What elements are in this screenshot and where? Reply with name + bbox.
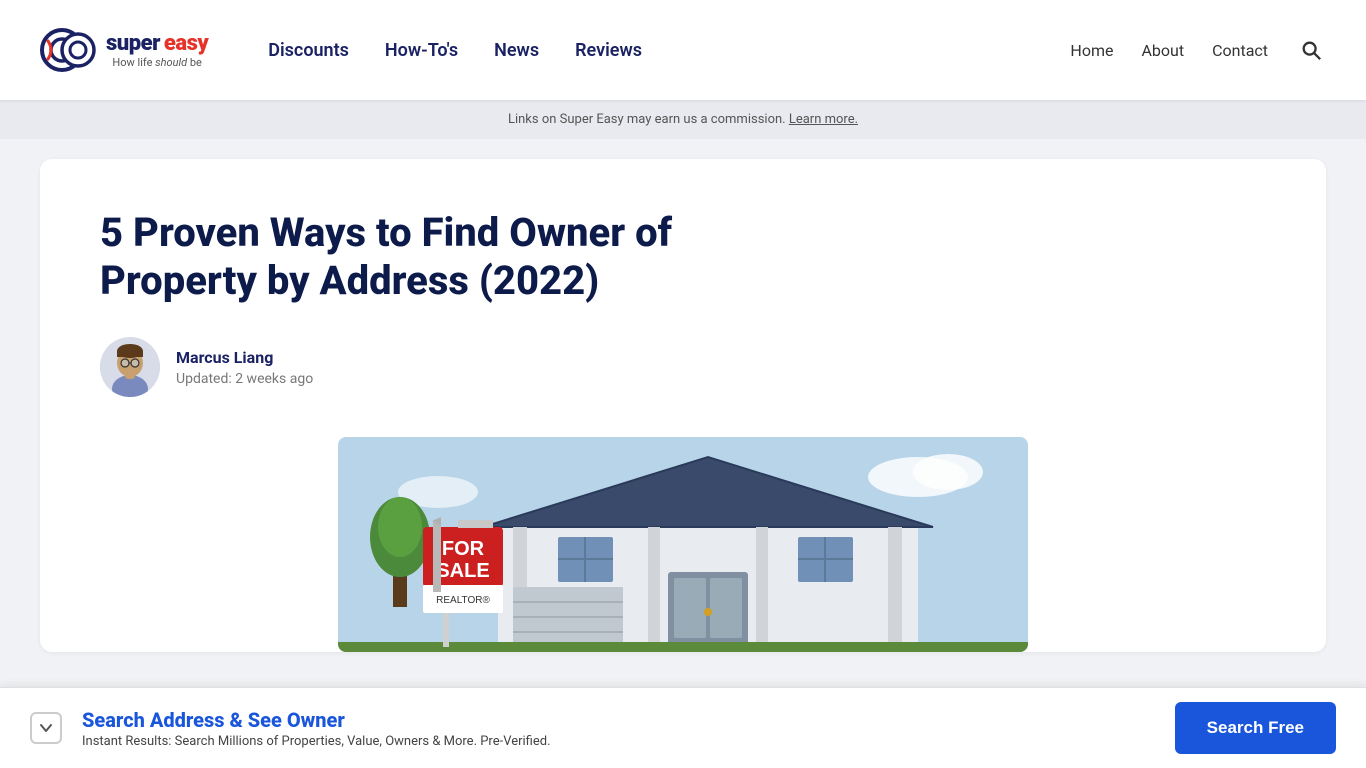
sticky-text-block: Search Address & See Owner Instant Resul… xyxy=(82,708,551,749)
nav-contact[interactable]: Contact xyxy=(1212,41,1268,60)
sticky-search-button[interactable]: Search Free xyxy=(1175,702,1336,754)
nav-home[interactable]: Home xyxy=(1070,41,1113,60)
sticky-bar: Search Address & See Owner Instant Resul… xyxy=(0,687,1366,768)
sticky-subtitle: Instant Results: Search Millions of Prop… xyxy=(82,734,551,749)
header-right: Home About Contact xyxy=(1070,35,1326,65)
nav-howtos[interactable]: How-To's xyxy=(385,40,458,61)
article-card: 5 Proven Ways to Find Owner of Property … xyxy=(40,159,1326,652)
svg-text:SALE: SALE xyxy=(436,560,489,582)
sticky-bar-content: Search Address & See Owner Instant Resul… xyxy=(30,708,551,749)
logo-brand-top: super xyxy=(106,33,160,55)
article-hero-image: FOR SALE REALTOR® xyxy=(338,437,1028,652)
header: super easy How life should be Discounts … xyxy=(0,0,1366,100)
avatar-image xyxy=(100,337,160,397)
sticky-title: Search Address & See Owner xyxy=(82,708,551,732)
author-row: Marcus Liang Updated: 2 weeks ago xyxy=(100,337,1266,397)
header-left: super easy How life should be Discounts … xyxy=(40,21,642,79)
logo-text: super easy How life should be xyxy=(106,33,208,68)
author-updated: Updated: 2 weeks ago xyxy=(176,371,313,387)
nav-news[interactable]: News xyxy=(494,40,539,61)
svg-text:REALTOR®: REALTOR® xyxy=(436,595,490,606)
nav-discounts[interactable]: Discounts xyxy=(268,40,349,61)
author-info: Marcus Liang Updated: 2 weeks ago xyxy=(176,348,313,387)
collapse-button[interactable] xyxy=(30,712,62,744)
logo-link[interactable]: super easy How life should be xyxy=(40,21,208,79)
affiliate-text: Links on Super Easy may earn us a commis… xyxy=(508,112,786,127)
author-name: Marcus Liang xyxy=(176,348,313,367)
main-content: 5 Proven Ways to Find Owner of Property … xyxy=(0,139,1366,652)
main-nav: Discounts How-To's News Reviews xyxy=(268,40,642,61)
article-title: 5 Proven Ways to Find Owner of Property … xyxy=(100,209,720,305)
search-button[interactable] xyxy=(1296,35,1326,65)
secondary-nav: Home About Contact xyxy=(1070,41,1268,60)
svg-text:FOR: FOR xyxy=(442,538,485,560)
article-image-container: FOR SALE REALTOR® xyxy=(100,437,1266,652)
chevron-down-icon xyxy=(38,720,54,736)
nav-reviews[interactable]: Reviews xyxy=(575,40,642,61)
search-icon xyxy=(1300,39,1322,61)
logo-brand-bottom: easy xyxy=(164,33,208,55)
affiliate-banner: Links on Super Easy may earn us a commis… xyxy=(0,100,1366,139)
logo-mark xyxy=(40,21,98,79)
logo-tagline: How life should be xyxy=(106,57,208,68)
house-illustration: FOR SALE REALTOR® xyxy=(338,437,1028,652)
affiliate-learn-more[interactable]: Learn more. xyxy=(789,112,858,127)
nav-about[interactable]: About xyxy=(1141,41,1184,60)
author-avatar xyxy=(100,337,160,397)
